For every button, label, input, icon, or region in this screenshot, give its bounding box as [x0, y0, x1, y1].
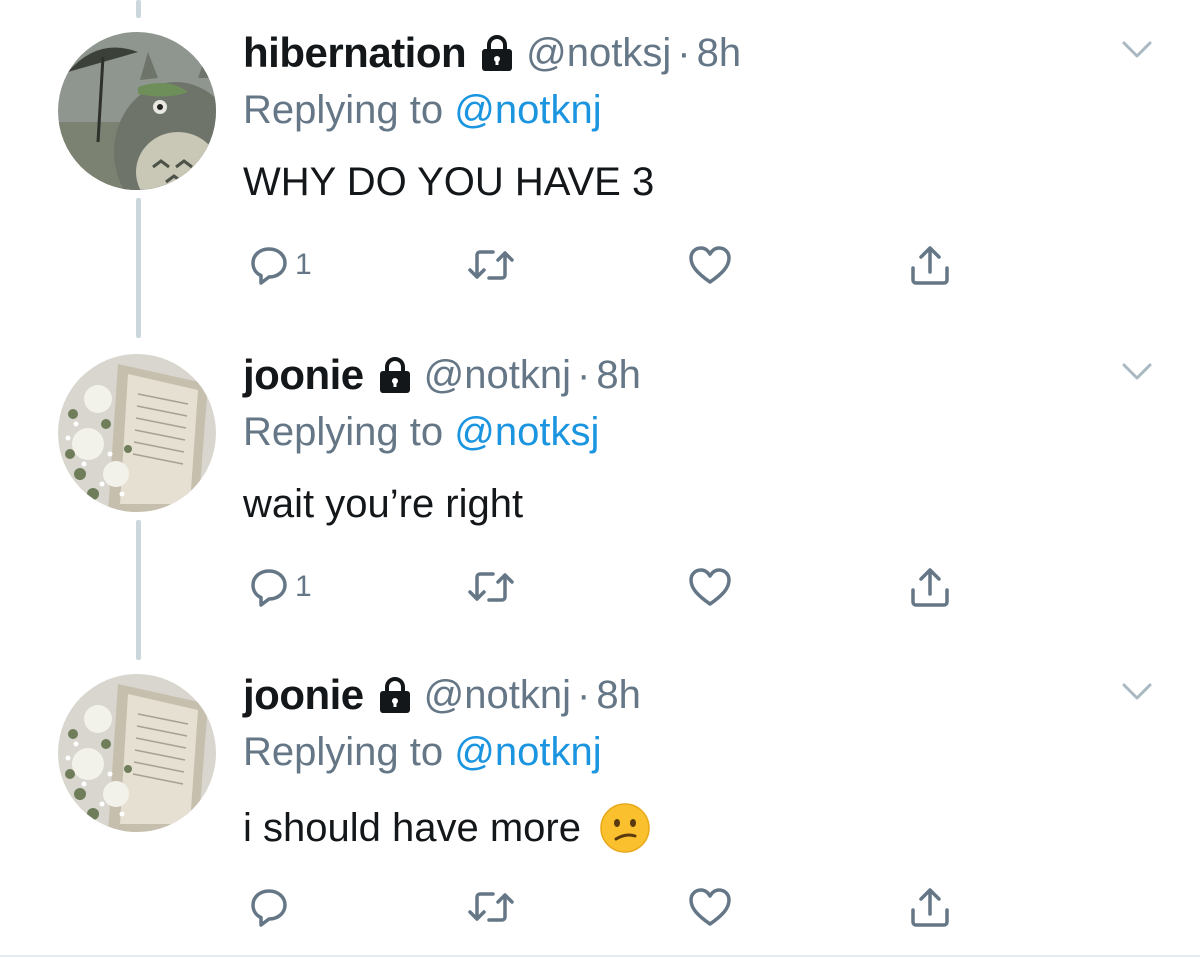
- user-handle[interactable]: @notknj: [424, 673, 571, 718]
- separator-dot: ·: [577, 352, 591, 397]
- replying-prefix: Replying to: [243, 730, 444, 774]
- reply-count: 1: [295, 248, 312, 281]
- lock-icon: [378, 356, 412, 394]
- chevron-down-icon[interactable]: [1122, 682, 1152, 702]
- reply-button[interactable]: 1: [247, 240, 312, 290]
- reply-button[interactable]: [247, 882, 295, 932]
- replying-to-mention[interactable]: @notksj: [454, 410, 599, 454]
- separator-dot: ·: [677, 30, 691, 75]
- user-handle[interactable]: @notknj: [424, 353, 571, 398]
- user-handle[interactable]: @notksj: [526, 31, 671, 76]
- replying-to: Replying to @notknj: [243, 730, 602, 775]
- retweet-icon: [468, 572, 514, 602]
- share-icon: [911, 246, 949, 285]
- reply-icon: [251, 569, 287, 607]
- display-name[interactable]: hibernation: [243, 29, 467, 77]
- tweet-header: hibernation @notksj · 8h: [243, 26, 741, 80]
- replying-to: Replying to @notksj: [243, 410, 599, 455]
- like-button[interactable]: [687, 882, 733, 932]
- share-button[interactable]: [907, 882, 953, 932]
- retweet-icon: [468, 250, 514, 280]
- share-icon: [911, 888, 949, 927]
- tweet-text: wait you’re right: [243, 482, 523, 527]
- reply-icon: [251, 247, 287, 285]
- separator-dot: ·: [577, 672, 591, 717]
- replying-to-mention[interactable]: @notknj: [454, 730, 601, 774]
- book-flowers-avatar: [58, 674, 216, 832]
- tweet-text-content: wait you’re right: [243, 482, 524, 526]
- retweet-button[interactable]: [465, 562, 517, 612]
- tweet-text-content: i should have more: [243, 805, 581, 850]
- tweet-actions: 1: [243, 240, 963, 290]
- avatar[interactable]: [58, 354, 216, 512]
- display-name[interactable]: joonie: [243, 351, 364, 399]
- heart-icon: [689, 568, 731, 606]
- lock-icon: [378, 676, 412, 714]
- heart-icon: [689, 246, 731, 284]
- share-icon: [911, 568, 949, 607]
- book-flowers-avatar: [58, 354, 216, 512]
- timestamp[interactable]: 8h: [697, 31, 742, 76]
- like-button[interactable]: [687, 562, 733, 612]
- retweet-button[interactable]: [465, 882, 517, 932]
- chevron-down-icon[interactable]: [1122, 40, 1152, 60]
- thread-line: [136, 520, 141, 660]
- heart-icon: [689, 888, 731, 926]
- tweet-header: joonie @notknj · 8h: [243, 348, 641, 402]
- thread-line: [136, 0, 141, 18]
- tweet-header: joonie @notknj · 8h: [243, 668, 641, 722]
- reply-count: 1: [295, 570, 312, 603]
- lock-icon: [480, 34, 514, 72]
- confused-face-icon: [599, 802, 651, 854]
- tweet-text-content: WHY DO YOU HAVE 3: [243, 160, 655, 204]
- timestamp[interactable]: 8h: [596, 673, 641, 718]
- avatar[interactable]: [58, 674, 216, 832]
- replying-prefix: Replying to: [243, 410, 444, 454]
- share-button[interactable]: [907, 240, 953, 290]
- reply-button[interactable]: 1: [247, 562, 312, 612]
- totoro-avatar: [58, 32, 216, 190]
- divider: [0, 955, 1200, 957]
- replying-prefix: Replying to: [243, 88, 444, 132]
- chevron-down-icon[interactable]: [1122, 362, 1152, 382]
- tweet-actions: 1: [243, 562, 963, 612]
- display-name[interactable]: joonie: [243, 671, 364, 719]
- replying-to: Replying to @notknj: [243, 88, 602, 133]
- like-button[interactable]: [687, 240, 733, 290]
- tweet-text: i should have more: [243, 802, 651, 854]
- avatar[interactable]: [58, 32, 216, 190]
- retweet-icon: [468, 892, 514, 922]
- tweet-actions: [243, 882, 963, 932]
- thread-line: [136, 198, 141, 338]
- share-button[interactable]: [907, 562, 953, 612]
- replying-to-mention[interactable]: @notknj: [454, 88, 601, 132]
- reply-icon: [251, 889, 287, 927]
- timestamp[interactable]: 8h: [596, 353, 641, 398]
- retweet-button[interactable]: [465, 240, 517, 290]
- tweet-text: WHY DO YOU HAVE 3: [243, 160, 654, 205]
